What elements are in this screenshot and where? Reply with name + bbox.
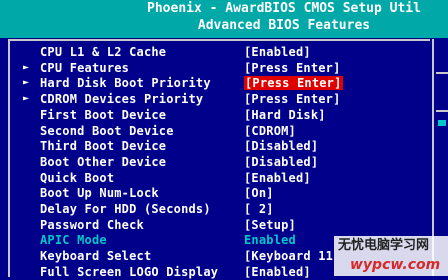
- setting-label: Password Check: [40, 217, 144, 232]
- setting-value[interactable]: [Press Enter]: [244, 91, 341, 107]
- setting-label: APIC Mode: [40, 233, 107, 248]
- setting-value[interactable]: [CDROM]: [244, 123, 296, 139]
- help-scroll-mark: [438, 120, 446, 126]
- setting-value[interactable]: [Press Enter]: [244, 75, 343, 91]
- setting-label: Boot Up Num-Lock: [40, 186, 159, 201]
- setting-value[interactable]: Enabled: [244, 232, 296, 248]
- help-separator: [436, 72, 448, 74]
- watermark-title: 无忧电脑学习网: [338, 238, 430, 253]
- setting-label: Boot Other Device: [40, 154, 167, 169]
- watermark-url: wypcw.com: [350, 257, 441, 273]
- setting-value[interactable]: [ 2]: [244, 201, 274, 217]
- bios-header: Phoenix - AwardBIOS CMOS Setup Util Adva…: [0, 0, 448, 38]
- setting-label: Hard Disk Boot Priority: [40, 76, 211, 91]
- setting-label: CPU Features: [40, 60, 130, 75]
- setting-value[interactable]: [Enabled]: [244, 264, 311, 280]
- setting-label: Second Boot Device: [40, 123, 174, 138]
- page-title: Advanced BIOS Features: [197, 18, 371, 33]
- setting-value[interactable]: [Enabled]: [244, 44, 311, 60]
- setting-value[interactable]: [Setup]: [244, 217, 296, 233]
- setting-label: Third Boot Device: [40, 139, 167, 154]
- submenu-arrow-icon: ►: [23, 61, 30, 73]
- setting-value[interactable]: [Disabled]: [244, 154, 318, 170]
- site-watermark: 无忧电脑学习网 wypcw.com: [334, 236, 448, 276]
- setting-label: CDROM Devices Priority: [40, 92, 204, 107]
- setting-value[interactable]: [Keyboard 11: [244, 248, 333, 264]
- setting-label: Keyboard Select: [40, 249, 152, 264]
- submenu-arrow-icon: ►: [23, 93, 30, 105]
- bios-title: Phoenix - AwardBIOS CMOS Setup Util: [147, 1, 421, 16]
- setting-label: CPU L1 & L2 Cache: [40, 45, 167, 59]
- setting-label: Full Screen LOGO Display: [40, 264, 219, 279]
- submenu-arrow-icon: ►: [23, 77, 30, 89]
- setting-value[interactable]: [On]: [244, 185, 274, 201]
- selected-value[interactable]: [Press Enter]: [244, 76, 343, 91]
- help-separator: [436, 110, 448, 112]
- setting-label: Delay For HDD (Seconds): [40, 202, 211, 216]
- setting-label: First Boot Device: [40, 107, 167, 122]
- setting-value[interactable]: [Disabled]: [244, 138, 318, 154]
- setting-value[interactable]: [Enabled]: [244, 170, 311, 186]
- setting-label: Quick Boot: [40, 170, 115, 185]
- setting-value[interactable]: [Press Enter]: [244, 60, 341, 76]
- setting-value[interactable]: [Hard Disk]: [244, 107, 326, 123]
